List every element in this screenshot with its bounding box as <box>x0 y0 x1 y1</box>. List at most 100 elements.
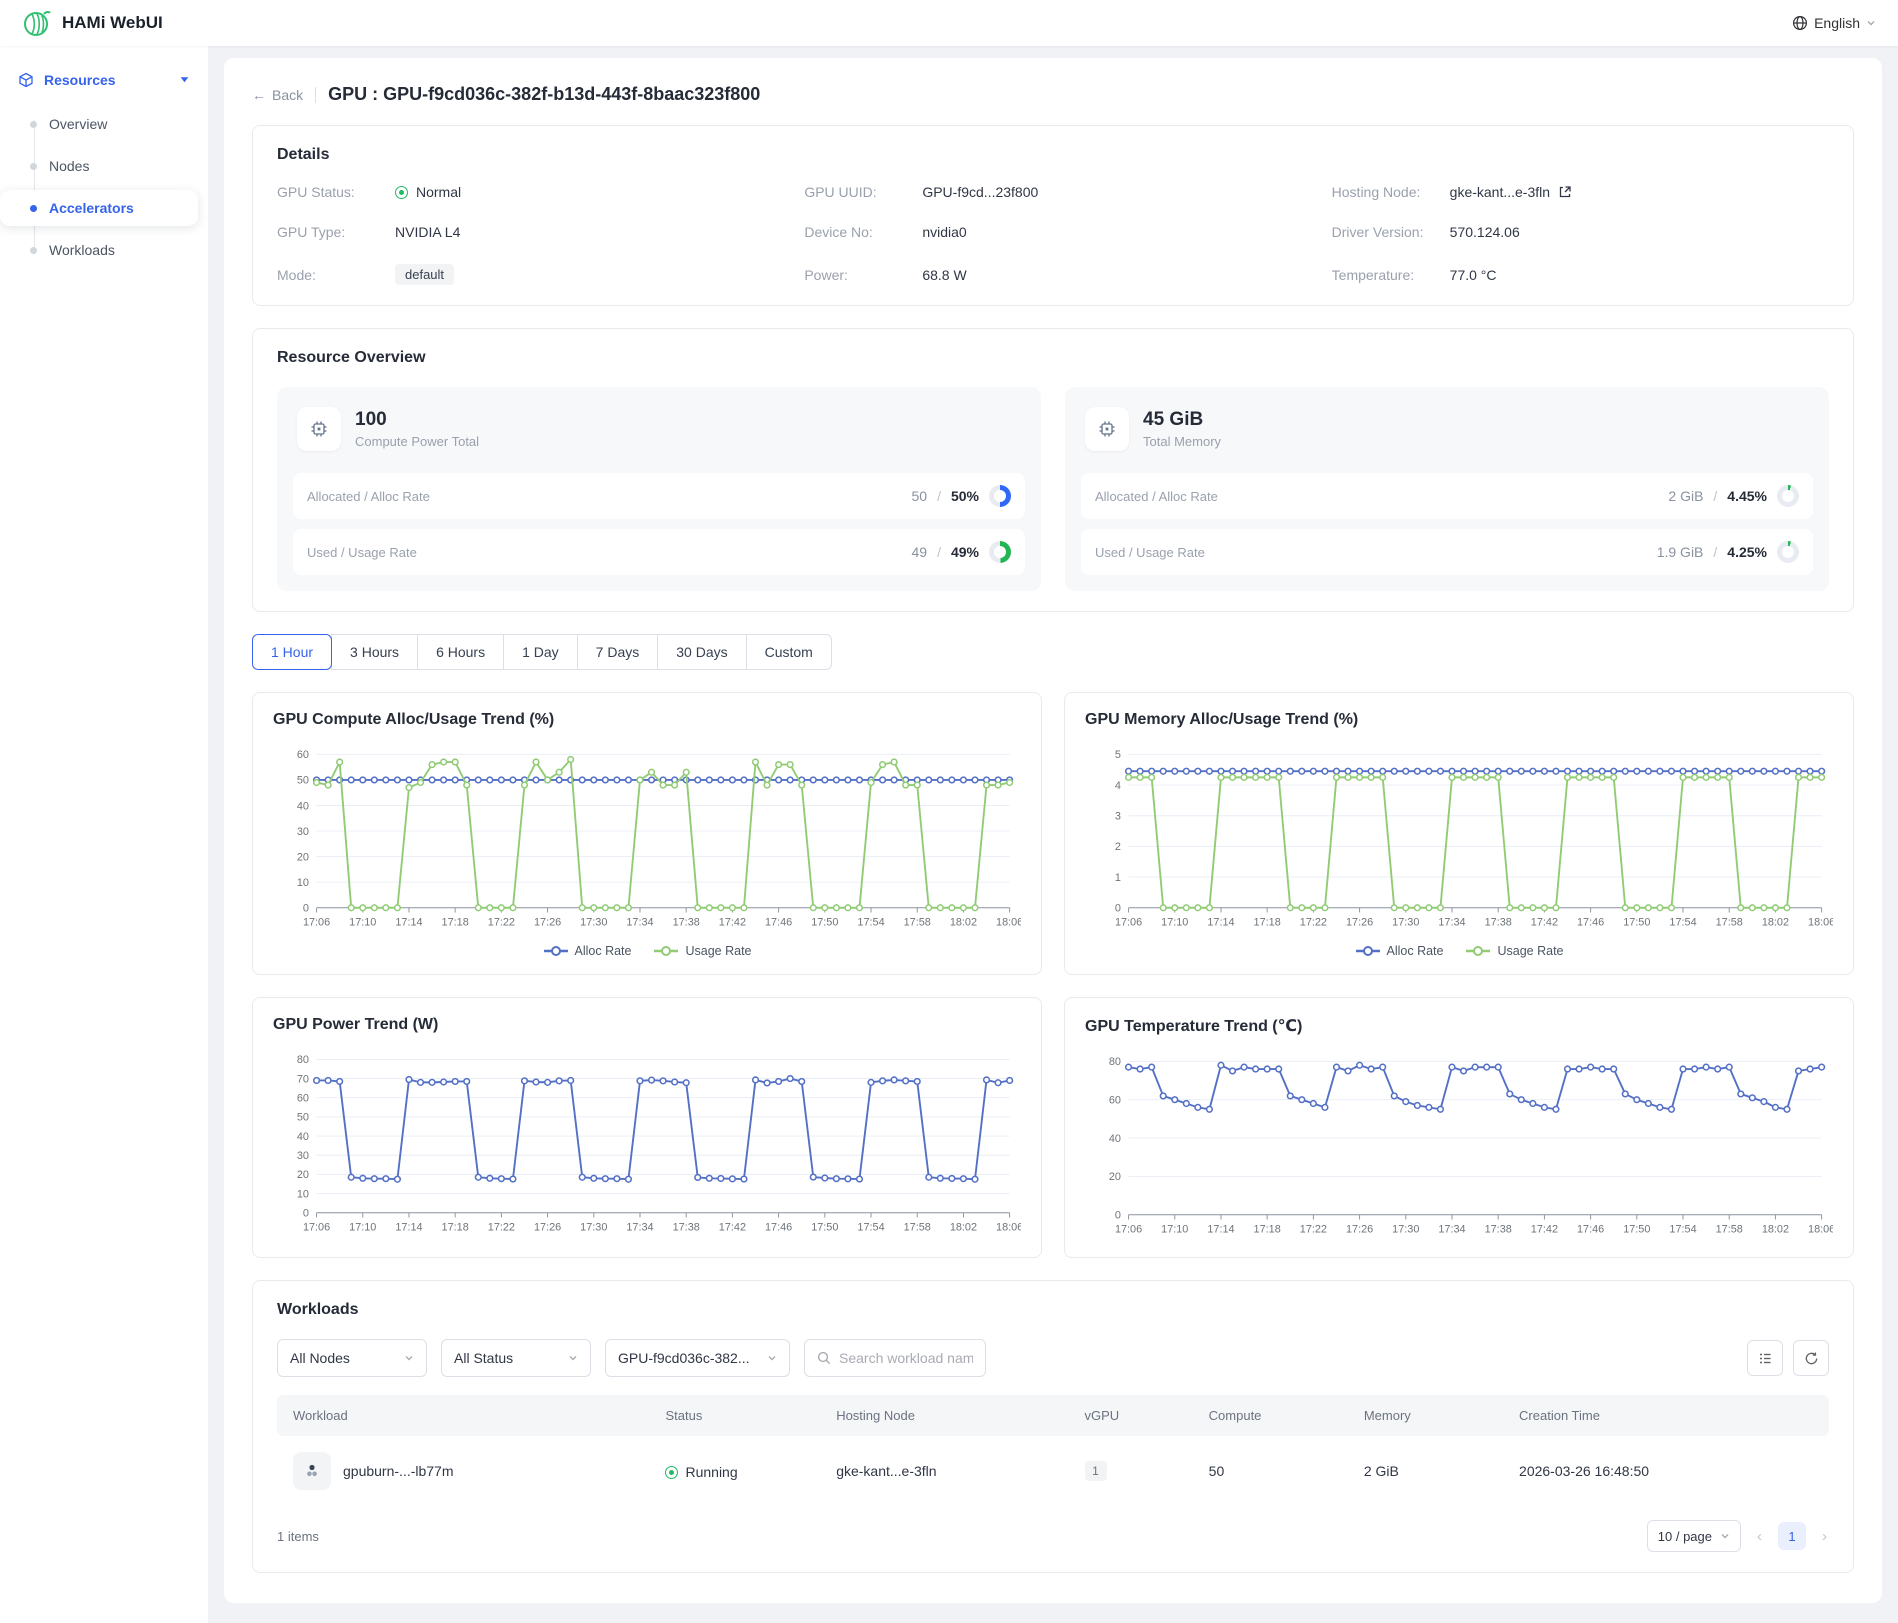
svg-text:17:50: 17:50 <box>811 1222 838 1234</box>
column-settings-button[interactable] <box>1747 1340 1783 1376</box>
usage-donut-chart <box>989 541 1011 563</box>
field-gpu-uuid: GPU UUID: GPU-f9cd...23f800 <box>804 184 1301 200</box>
legend-label: Alloc Rate <box>575 944 632 958</box>
chart-legend: Alloc Rate Usage Rate <box>273 938 1021 962</box>
svg-text:17:26: 17:26 <box>1346 917 1373 929</box>
separator: / <box>1713 544 1717 560</box>
svg-text:17:30: 17:30 <box>580 1222 607 1234</box>
svg-text:2: 2 <box>1115 841 1121 853</box>
time-tab-6hours[interactable]: 6 Hours <box>417 634 504 670</box>
bullet-icon <box>30 247 37 254</box>
svg-text:17:14: 17:14 <box>395 1222 422 1234</box>
next-page-button[interactable]: › <box>1820 1528 1829 1545</box>
workload-name[interactable]: gpuburn-...-lb77m <box>343 1463 454 1479</box>
refresh-button[interactable] <box>1793 1340 1829 1376</box>
search-input[interactable] <box>839 1350 973 1366</box>
row-label: Allocated / Alloc Rate <box>307 489 430 504</box>
page-size-value: 10 / page <box>1658 1529 1712 1544</box>
svg-text:17:18: 17:18 <box>1254 1224 1281 1236</box>
status-filter-select[interactable]: All Status <box>441 1339 591 1377</box>
time-tab-7days[interactable]: 7 Days <box>577 634 659 670</box>
workload-avatar <box>293 1452 331 1490</box>
page-number[interactable]: 1 <box>1778 1522 1806 1550</box>
memory-card: 45 GiB Total Memory Allocated / Alloc Ra… <box>1065 387 1829 591</box>
vgpu-badge: 1 <box>1085 1461 1107 1481</box>
field-label: Device No: <box>804 224 922 240</box>
sidebar-item-accelerators[interactable]: Accelerators <box>0 190 198 226</box>
cell-hosting-node: gke-kant...e-3fln <box>820 1436 1068 1506</box>
svg-text:17:50: 17:50 <box>811 917 838 929</box>
time-tab-30days[interactable]: 30 Days <box>657 634 746 670</box>
svg-text:17:10: 17:10 <box>349 917 376 929</box>
legend-alloc-rate[interactable]: Alloc Rate <box>1355 944 1444 958</box>
sidebar-section-label: Resources <box>44 72 116 88</box>
row-rate: 50% <box>951 488 979 504</box>
svg-text:17:06: 17:06 <box>303 917 330 929</box>
svg-text:17:30: 17:30 <box>580 917 607 929</box>
svg-text:10: 10 <box>297 1188 309 1200</box>
sidebar-item-nodes[interactable]: Nodes <box>0 148 198 184</box>
legend-label: Usage Rate <box>685 944 751 958</box>
svg-text:17:46: 17:46 <box>1577 917 1604 929</box>
compute-power-card: 100 Compute Power Total Allocated / Allo… <box>277 387 1041 591</box>
svg-text:18:02: 18:02 <box>950 917 977 929</box>
sidebar-item-overview[interactable]: Overview <box>0 106 198 142</box>
chart-title: GPU Temperature Trend (℃) <box>1085 1016 1833 1036</box>
details-card: Details GPU Status: Normal GPU UUID: GPU… <box>252 125 1854 306</box>
legend-alloc-rate[interactable]: Alloc Rate <box>543 944 632 958</box>
svg-text:20: 20 <box>297 851 309 863</box>
svg-text:30: 30 <box>297 826 309 838</box>
row-label: Allocated / Alloc Rate <box>1095 489 1218 504</box>
time-tab-1day[interactable]: 1 Day <box>503 634 578 670</box>
svg-text:17:06: 17:06 <box>303 1222 330 1234</box>
legend-marker-icon <box>1355 945 1381 957</box>
time-tab-custom[interactable]: Custom <box>746 634 832 670</box>
separator: / <box>937 488 941 504</box>
svg-text:17:22: 17:22 <box>1300 1224 1327 1236</box>
bullet-icon <box>30 205 37 212</box>
row-rate: 4.45% <box>1727 488 1767 504</box>
svg-text:17:54: 17:54 <box>1669 917 1696 929</box>
col-workload: Workload <box>277 1395 649 1436</box>
status-label: Running <box>685 1464 737 1480</box>
svg-text:17:50: 17:50 <box>1623 1224 1650 1236</box>
svg-text:10: 10 <box>297 877 309 889</box>
field-device-no: Device No: nvidia0 <box>804 224 1301 240</box>
sidebar-item-workloads[interactable]: Workloads <box>0 232 198 268</box>
svg-text:60: 60 <box>297 749 309 761</box>
prev-page-button[interactable]: ‹ <box>1755 1528 1764 1545</box>
language-selector[interactable]: English <box>1792 15 1876 31</box>
legend-usage-rate[interactable]: Usage Rate <box>653 944 751 958</box>
resource-overview-card: Resource Overview <box>252 328 1854 612</box>
memory-icon <box>1085 407 1129 451</box>
page-size-select[interactable]: 10 / page <box>1647 1520 1741 1552</box>
svg-text:17:58: 17:58 <box>1716 917 1743 929</box>
svg-text:17:42: 17:42 <box>1531 917 1558 929</box>
gpu-filter-select[interactable]: GPU-f9cd036c-382... <box>605 1339 790 1377</box>
bullet-icon <box>30 121 37 128</box>
external-link-icon[interactable] <box>1558 185 1572 199</box>
svg-text:17:06: 17:06 <box>1115 1224 1142 1236</box>
sidebar-section-resources[interactable]: Resources <box>0 60 208 100</box>
svg-text:18:02: 18:02 <box>1762 917 1789 929</box>
compute-alloc-row: Allocated / Alloc Rate 50 / 50% <box>293 473 1025 519</box>
svg-text:50: 50 <box>297 775 309 787</box>
svg-text:17:58: 17:58 <box>904 917 931 929</box>
row-amount: 49 <box>912 544 928 560</box>
cube-icon <box>18 72 34 88</box>
field-power: Power: 68.8 W <box>804 264 1301 285</box>
time-tab-3hours[interactable]: 3 Hours <box>331 634 418 670</box>
legend-usage-rate[interactable]: Usage Rate <box>1465 944 1563 958</box>
back-button[interactable]: ← Back <box>252 87 303 103</box>
svg-text:3: 3 <box>1115 811 1121 823</box>
svg-text:17:54: 17:54 <box>1669 1224 1696 1236</box>
sidebar-item-label: Workloads <box>49 242 115 258</box>
col-hosting-node: Hosting Node <box>820 1395 1068 1436</box>
main-content: ← Back GPU : GPU-f9cd036c-382f-b13d-443f… <box>208 46 1898 1623</box>
time-tab-1hour[interactable]: 1 Hour <box>252 634 332 670</box>
app-title: HAMi WebUI <box>62 13 163 33</box>
table-row[interactable]: gpuburn-...-lb77m Running gke-kant...e-3… <box>277 1436 1829 1506</box>
row-rate: 4.25% <box>1727 544 1767 560</box>
cell-memory: 2 GiB <box>1348 1436 1503 1506</box>
nodes-filter-select[interactable]: All Nodes <box>277 1339 427 1377</box>
